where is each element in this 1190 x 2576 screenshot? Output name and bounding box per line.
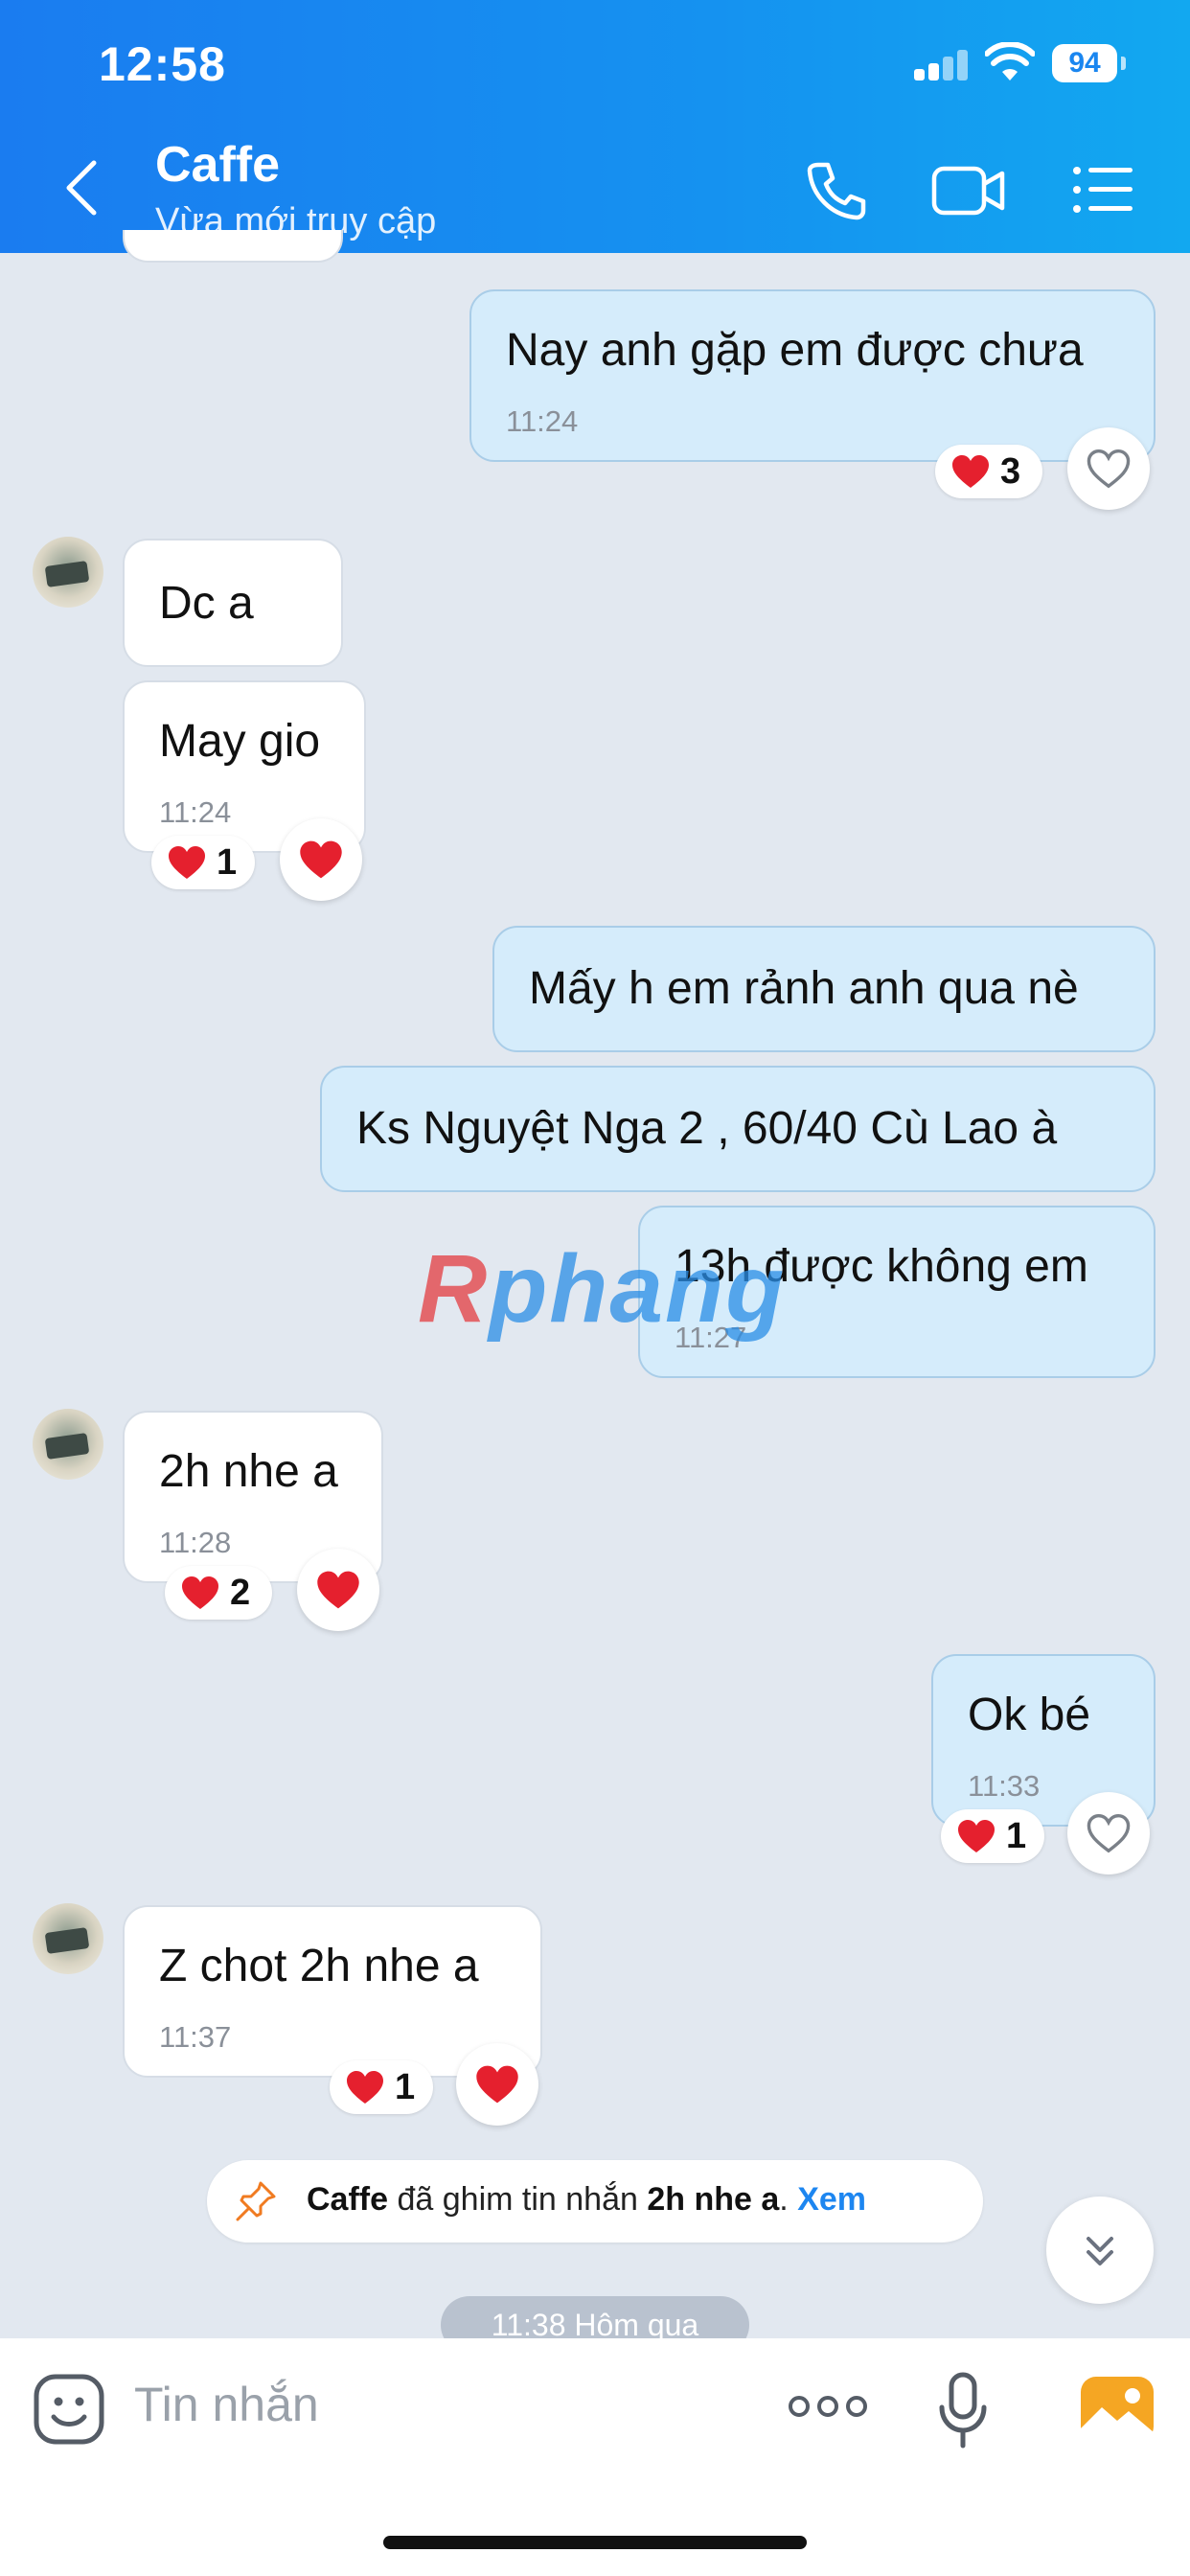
pinned-sender: Caffe [307,2181,389,2218]
message-text: May gio [159,716,321,767]
reaction-count: 1 [1006,1815,1027,1856]
reaction-summary[interactable]: 3 [935,445,1042,498]
heart-icon [952,455,989,488]
message-text: Z chot 2h nhe a [159,1941,479,1991]
heart-icon [958,1820,995,1852]
reaction-count: 1 [395,2066,416,2107]
pinned-message-banner[interactable]: Caffe đã ghim tin nhắn 2h nhe a. Xem [207,2160,983,2242]
video-call-icon[interactable] [931,157,1006,224]
view-pinned-link[interactable]: Xem [797,2181,866,2218]
react-button[interactable] [280,818,362,901]
message-time: 11:28 [159,1526,232,1559]
heart-icon [317,1571,359,1609]
heart-icon [347,2071,383,2104]
scroll-to-bottom-button[interactable] [1046,2196,1154,2304]
message-time: 11:24 [159,795,232,829]
more-options-icon[interactable] [788,2392,868,2421]
message-input[interactable]: Tin nhắn [134,2377,319,2432]
reaction-count: 1 [217,841,238,883]
cellular-signal-icon [914,50,970,80]
message-bubble-outgoing[interactable]: Nay anh gặp em được chưa 11:24 [469,289,1156,462]
message-time: 11:37 [159,2020,232,2054]
pinned-action: đã ghim tin nhắn [397,2181,638,2218]
reaction-summary[interactable]: 2 [165,1566,272,1620]
heart-icon [182,1576,218,1609]
heart-icon [300,840,342,879]
chat-header: 12:58 94 Caffe Vừa mới truy cập [0,0,1190,253]
contact-avatar[interactable] [33,537,103,608]
heart-outline-icon [1087,1813,1131,1853]
pinned-message-text: Caffe đã ghim tin nhắn 2h nhe a. Xem [307,2181,867,2218]
react-button[interactable] [456,2043,538,2126]
home-indicator [383,2536,807,2549]
contact-avatar[interactable] [33,1409,103,1480]
heart-icon [169,846,205,879]
react-button[interactable] [1067,1792,1150,1874]
message-text: Mấy h em rảnh anh qua nè [529,963,1079,1014]
wifi-icon [985,42,1035,80]
react-button[interactable] [297,1549,379,1631]
double-chevron-down-icon [1087,2237,1113,2266]
message-text: Dc a [159,578,254,629]
message-bubble-incoming[interactable]: Dc a [123,539,343,667]
message-bubble-outgoing[interactable]: Ks Nguyệt Nga 2 , 60/40 Cù Lao à [320,1066,1156,1192]
message-time: 11:33 [968,1769,1041,1803]
heart-outline-icon [1087,448,1131,489]
message-text: 2h nhe a [159,1446,338,1497]
contact-avatar[interactable] [33,1903,103,1974]
microphone-icon[interactable] [937,2371,989,2450]
pin-icon [236,2181,276,2221]
chat-title[interactable]: Caffe [155,136,280,194]
heart-icon [476,2065,518,2104]
gallery-icon[interactable] [1079,2375,1156,2444]
phone-call-icon[interactable] [803,157,870,224]
reaction-summary[interactable]: 1 [941,1809,1044,1863]
reaction-count: 3 [1000,450,1021,492]
status-time: 12:58 [99,37,226,91]
menu-list-icon[interactable] [1071,157,1138,224]
message-text: Ks Nguyệt Nga 2 , 60/40 Cù Lao à [356,1103,1058,1154]
pinned-message-name: 2h nhe a [647,2181,780,2218]
battery-indicator: 94 [1052,44,1126,82]
reaction-summary[interactable]: 1 [330,2060,433,2114]
watermark-logo: Rphang [418,1235,787,1343]
sticker-icon[interactable] [33,2373,105,2446]
message-bubble-outgoing[interactable]: Mấy h em rảnh anh qua nè [492,926,1156,1052]
message-text: Ok bé [968,1690,1091,1740]
message-text: Nay anh gặp em được chưa [506,325,1084,376]
back-button[interactable] [59,157,105,218]
react-button[interactable] [1067,427,1150,510]
reaction-count: 2 [230,1572,251,1613]
message-bubble-partial [123,230,343,263]
reaction-summary[interactable]: 1 [151,836,255,889]
message-time: 11:24 [506,404,579,438]
